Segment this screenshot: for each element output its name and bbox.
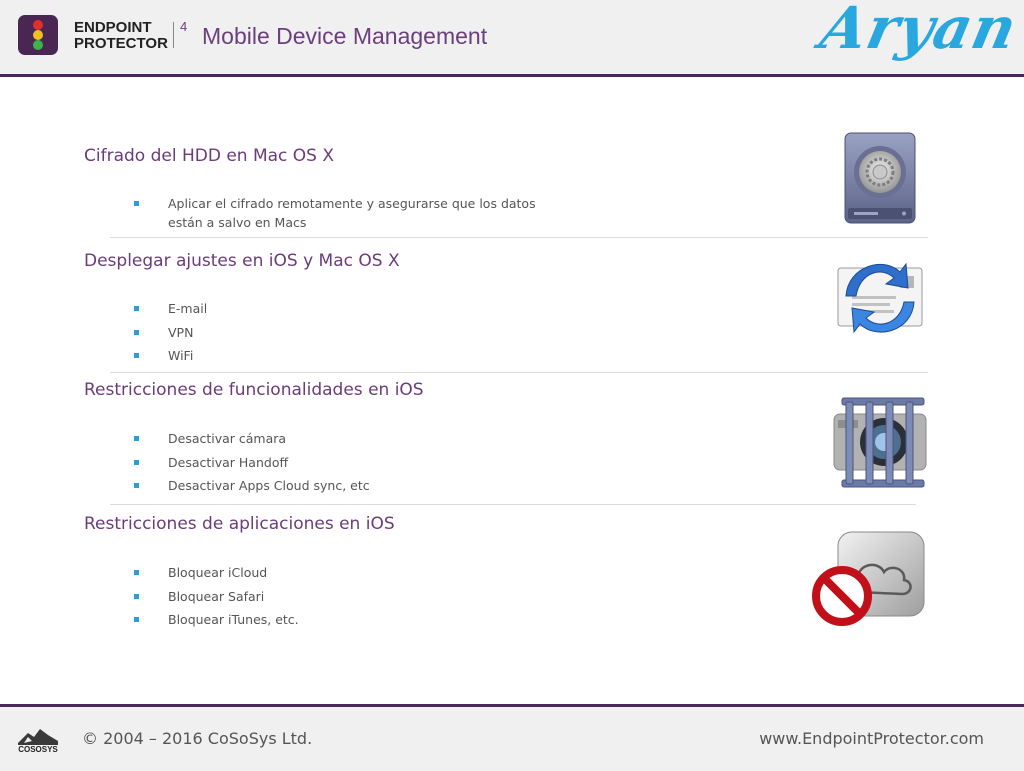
bullet-list: E-mail VPN WiFi [134,297,207,368]
signature-watermark: Aryan [814,0,1024,62]
bullet-list: Desactivar cámara Desactivar Handoff Des… [134,427,370,498]
section-title: Restricciones de funcionalidades en iOS [84,380,424,400]
list-item-text: Desactivar Apps Cloud sync, etc [168,478,370,493]
list-item-text: Bloquear iCloud [168,565,268,580]
list-item: Desactivar Apps Cloud sync, etc [134,474,370,498]
list-item: Desactivar cámara [134,427,370,451]
list-item: VPN [134,321,207,345]
brand-name: ENDPOINT PROTECTOR [74,20,168,52]
section-divider [110,237,928,238]
header-bar: ENDPOINT PROTECTOR 4 Mobile Device Manag… [0,0,1024,77]
website-link[interactable]: www.EndpointProtector.com [759,729,984,748]
caged-camera-icon [833,397,927,488]
endpoint-protector-logo-icon [18,15,58,55]
list-item: WiFi [134,344,207,368]
list-item-text: E-mail [168,301,208,316]
list-item-text: Bloquear Safari [168,588,265,604]
bullet-icon [134,436,139,441]
list-item-text: Aplicar el cifrado remotamente y asegura… [168,196,536,230]
bullet-icon [134,570,139,575]
bullet-icon [134,483,139,488]
list-item-text: Bloquear iTunes, etc. [168,612,299,627]
section-ios-app-restrictions: Restricciones de aplicaciones en iOS Blo… [84,514,928,627]
list-item: Bloquear iTunes, etc. [134,608,299,632]
bullet-list: Bloquear iCloud Bloquear Safari Bloquear… [134,561,299,632]
page-title: Mobile Device Management [202,23,488,49]
section-title: Restricciones de aplicaciones en iOS [84,514,395,534]
mail-sync-icon [837,262,923,334]
hdd-vault-icon [844,132,916,224]
bullet-icon [134,459,139,465]
list-item: Bloquear iCloud [134,561,299,585]
list-item: E-mail [134,297,207,321]
footer-logo-text: COSOSYS [18,745,58,754]
list-item-text: Desactivar cámara [168,431,287,446]
brand-line-2: PROTECTOR [74,35,168,52]
section-hdd-encryption: Cifrado del HDD en Mac OS X Aplicar el c… [84,146,928,230]
brand-divider [173,22,174,48]
section-title: Desplegar ajustes en iOS y Mac OS X [84,251,400,271]
section-divider [110,372,928,373]
bullet-icon [134,353,139,358]
list-item-text: Desactivar Handoff [168,454,289,470]
section-title: Cifrado del HDD en Mac OS X [84,146,335,166]
copyright-text: © 2004 – 2016 CoSoSys Ltd. [82,729,313,748]
bullet-icon [134,329,139,335]
list-item: Bloquear Safari [134,585,299,609]
icloud-blocked-icon [812,531,925,626]
footer-bar: COSOSYS © 2004 – 2016 CoSoSys Ltd. www.E… [0,704,1024,771]
bullet-icon [134,201,139,206]
bullet-icon [134,306,139,311]
brand-line-1: ENDPOINT [74,19,152,36]
list-item: Aplicar el cifrado remotamente y asegura… [134,194,548,232]
list-item-text: VPN [168,324,194,340]
section-deploy-settings: Desplegar ajustes en iOS y Mac OS X E-ma… [84,251,928,363]
bullet-icon [134,617,139,622]
list-item-text: WiFi [168,348,194,363]
section-divider [110,504,916,505]
bullet-list: Aplicar el cifrado remotamente y asegura… [134,194,548,232]
brand-version: 4 [180,19,188,34]
list-item: Desactivar Handoff [134,451,370,475]
bullet-icon [134,593,139,599]
section-ios-feature-restrictions: Restricciones de funcionalidades en iOS … [84,380,928,493]
